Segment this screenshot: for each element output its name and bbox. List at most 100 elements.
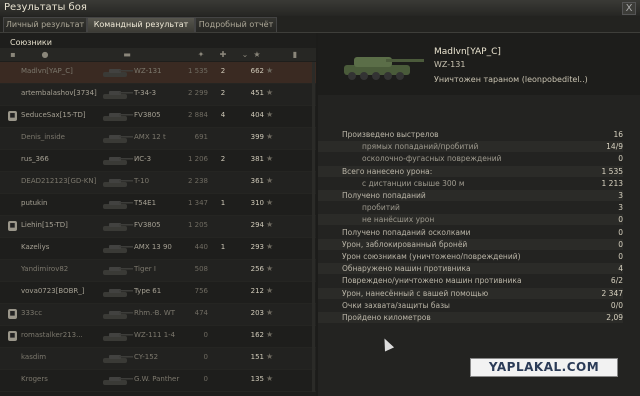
tank-name-cell: FV3805 bbox=[134, 221, 161, 229]
tank-silhouette-icon bbox=[103, 135, 133, 143]
stat-value: 14/9 bbox=[606, 142, 623, 152]
stat-label: Повреждено/уничтожено машин противника bbox=[342, 276, 522, 286]
player-name-cell: DEAD212123[GD-KN] bbox=[21, 177, 97, 185]
tank-silhouette-icon bbox=[103, 333, 133, 341]
platoon-shield-icon: ■ bbox=[8, 221, 17, 231]
player-name-cell: SeduceSax[15-TD] bbox=[21, 111, 86, 119]
tank-name-cell: G.W. Panther bbox=[134, 375, 180, 383]
tab-detailed-report[interactable]: Подробный отчёт bbox=[195, 17, 277, 32]
stat-value: 16 bbox=[613, 130, 623, 139]
tank-column-icon[interactable]: ▬ bbox=[112, 50, 142, 59]
kills-cell: 4 bbox=[220, 111, 226, 119]
damage-cell: 2 299 bbox=[187, 89, 208, 97]
xp-cell: 451 bbox=[250, 89, 264, 97]
xp-cell: 381 bbox=[250, 155, 264, 163]
table-row[interactable]: vova0723[BOBR_] Type 61 756 212 ★ bbox=[0, 282, 316, 304]
damage-cell: 474 bbox=[194, 309, 208, 317]
tab-team-result[interactable]: Командный результат bbox=[87, 17, 195, 32]
tank-silhouette-icon bbox=[103, 355, 133, 363]
kills-cell: 1 bbox=[220, 243, 226, 251]
star-icon: ★ bbox=[266, 264, 274, 273]
stat-value: 1 535 bbox=[601, 166, 623, 176]
tab-personal-result[interactable]: Личный результат bbox=[3, 17, 87, 32]
xp-column-star-icon[interactable]: ★ bbox=[252, 50, 262, 59]
column-header: ▪ ● ▬ ✦ ✚ ⌄ ★ ▮ bbox=[0, 48, 316, 61]
tank-silhouette-icon bbox=[103, 179, 133, 187]
stat-value: 3 bbox=[618, 203, 623, 213]
status-column-icon[interactable]: ▮ bbox=[290, 50, 300, 59]
tank-silhouette-icon bbox=[103, 267, 133, 275]
damage-cell: 0 bbox=[203, 331, 208, 339]
player-name-cell: Kazeliys bbox=[21, 243, 50, 251]
stat-value: 0 bbox=[618, 239, 623, 249]
xp-cell: 212 bbox=[250, 287, 264, 295]
player-name: MadIvn[YAP_C] bbox=[434, 47, 501, 57]
player-name-cell: romastalker213... bbox=[21, 331, 83, 339]
stat-value: 4 bbox=[618, 264, 623, 274]
star-icon: ★ bbox=[266, 242, 274, 251]
player-name-cell: Liehin[15-TD] bbox=[21, 221, 68, 229]
damage-cell: 440 bbox=[194, 243, 208, 251]
table-row[interactable]: artembalashov[3734] T-34-3 2 299 2 451 ★ bbox=[0, 84, 316, 106]
stat-label: Урон союзникам (уничтожено/повреждений) bbox=[342, 252, 521, 261]
tank-silhouette-icon bbox=[103, 311, 133, 319]
window-title: Результаты боя bbox=[4, 2, 87, 13]
tank-name-cell: Rhm.-B. WT bbox=[134, 309, 176, 317]
table-row[interactable]: ■ Liehin[15-TD] FV3805 1 205 294 ★ bbox=[0, 216, 316, 238]
damage-column-icon[interactable]: ✦ bbox=[196, 50, 206, 59]
stat-label: пробитий bbox=[362, 203, 400, 213]
stat-row: Обнаружено машин противника 4 bbox=[318, 263, 623, 275]
kills-column-icon[interactable]: ✚ bbox=[218, 50, 228, 59]
player-name-cell: Yandimirov82 bbox=[21, 265, 69, 273]
table-row[interactable]: kasdim CY-152 0 151 ★ bbox=[0, 348, 316, 370]
tank-silhouette-icon bbox=[103, 289, 133, 297]
watermark-logo: YAPLAKAL.COM bbox=[470, 358, 618, 377]
stat-label: с дистанции свыше 300 м bbox=[362, 178, 465, 188]
tank-silhouette-icon bbox=[103, 113, 133, 121]
table-row[interactable]: ■ 333cc Rhm.-B. WT 474 203 ★ bbox=[0, 304, 316, 326]
table-row[interactable]: Kazeliys AMX 13 90 440 1 293 ★ bbox=[0, 238, 316, 260]
tank-silhouette-icon bbox=[103, 91, 133, 99]
damage-cell: 508 bbox=[194, 265, 208, 273]
table-row[interactable]: DEAD212123[GD-KN] T-10 2 238 361 ★ bbox=[0, 172, 316, 194]
stat-value: 0 bbox=[618, 227, 623, 237]
close-button[interactable]: X bbox=[622, 2, 636, 15]
stat-label: Обнаружено машин противника bbox=[342, 264, 471, 274]
stat-label: Произведено выстрелов bbox=[342, 130, 439, 139]
scrollbar[interactable] bbox=[312, 62, 315, 392]
damage-cell: 756 bbox=[194, 287, 208, 295]
tank-silhouette-icon bbox=[103, 69, 133, 77]
stat-value: 2,09 bbox=[606, 313, 623, 322]
table-row[interactable]: ■ SeduceSax[15-TD] FV3805 2 884 4 404 ★ bbox=[0, 106, 316, 128]
platoon-shield-icon: ■ bbox=[8, 331, 17, 341]
stat-value: 0/0 bbox=[610, 300, 623, 310]
table-row[interactable]: ■ romastalker213... WZ-111 1-4 0 162 ★ bbox=[0, 326, 316, 348]
tank-name-cell: CY-152 bbox=[134, 353, 159, 361]
damage-cell: 0 bbox=[203, 353, 208, 361]
damage-cell: 691 bbox=[194, 133, 208, 141]
tank-silhouette-icon bbox=[103, 377, 133, 385]
kills-cell: 2 bbox=[220, 67, 226, 75]
player-name-cell: Denis_inside bbox=[21, 133, 65, 141]
table-row[interactable]: Denis_inside AMX 12 t 691 399 ★ bbox=[0, 128, 316, 150]
table-row[interactable]: putukin T54E1 1 347 1 310 ★ bbox=[0, 194, 316, 216]
xp-cell: 361 bbox=[250, 177, 264, 185]
star-icon: ★ bbox=[266, 176, 274, 185]
xp-cell: 310 bbox=[250, 199, 264, 207]
player-status: Уничтожен тараном (leonpobeditel..) bbox=[434, 75, 588, 84]
table-row[interactable]: rus_366 ИС-3 1 206 2 381 ★ bbox=[0, 150, 316, 172]
stat-row: Урон, нанесённый с вашей помощью 2 347 bbox=[318, 287, 623, 299]
xp-cell: 399 bbox=[250, 133, 264, 141]
table-row[interactable]: Krogers G.W. Panther 0 135 ★ bbox=[0, 370, 316, 392]
tank-name-cell: T54E1 bbox=[134, 199, 157, 207]
player-column-icon[interactable]: ● bbox=[40, 50, 50, 59]
table-row[interactable]: Madlvn[YAP_C] WZ-131 1 535 2 662 ★ bbox=[0, 62, 316, 84]
damage-cell: 0 bbox=[203, 375, 208, 383]
tank-name-cell: AMX 13 90 bbox=[134, 243, 172, 251]
sort-chevron-down-icon[interactable]: ⌄ bbox=[240, 50, 250, 59]
table-row[interactable]: Yandimirov82 Tiger I 508 256 ★ bbox=[0, 260, 316, 282]
star-icon: ★ bbox=[266, 88, 274, 97]
platoon-column-icon[interactable]: ▪ bbox=[8, 50, 18, 59]
stat-row: пробитий 3 bbox=[318, 202, 623, 213]
tank-name-cell: T-10 bbox=[134, 177, 150, 185]
